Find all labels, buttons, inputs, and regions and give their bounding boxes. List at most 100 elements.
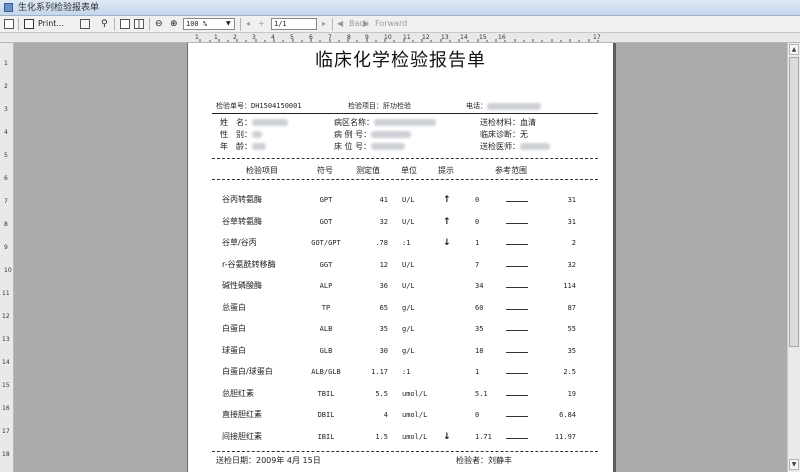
multi-page-icon[interactable] (134, 19, 144, 29)
referring-doctor-label: 送检医师： (480, 142, 520, 151)
bed-number: 床 位 号： (334, 142, 406, 152)
redacted-value (371, 131, 412, 138)
row-range-low: 7 (475, 261, 480, 269)
scroll-down-icon[interactable]: ▼ (789, 459, 799, 470)
examiner-value: 刘静丰 (488, 456, 512, 465)
row-range-high: 2 (571, 239, 576, 247)
window-title: 生化系列检验报表单 (18, 3, 100, 13)
first-page-icon[interactable]: ◂ (246, 18, 250, 30)
ruler-label: 1 (4, 60, 8, 67)
print-button[interactable]: Print... (38, 18, 64, 30)
row-symbol: ALB/GLB (311, 368, 341, 376)
ruler-label: 12 (422, 34, 430, 41)
range-dash (506, 244, 528, 245)
row-symbol: GOT (319, 218, 333, 226)
test-item-value: 肝功检验 (383, 102, 411, 110)
row-value: 35 (379, 325, 388, 333)
clinical-diagnosis-label: 临床诊断： (480, 130, 520, 139)
row-item-name: 碱性磷酸酶 (222, 281, 262, 290)
find-icon[interactable]: ⚲ (101, 18, 108, 30)
row-value: 65 (379, 304, 388, 312)
range-dash (506, 416, 528, 417)
examiner: 检验者：刘静丰 (456, 456, 512, 466)
row-range-high: 32 (567, 261, 576, 269)
row-value: 1.5 (375, 433, 388, 441)
row-range-low: 1.71 (475, 433, 492, 441)
copy-icon[interactable] (80, 19, 90, 29)
forward-arrow-icon[interactable]: ▶ (363, 18, 369, 30)
zoom-out-icon[interactable]: ⊖ (155, 18, 163, 30)
zoom-in-icon[interactable]: ⊕ (170, 18, 178, 30)
row-range-low: 5.1 (475, 390, 488, 398)
next-page-icon[interactable]: ▸ (322, 18, 326, 30)
phone: 电话： (466, 101, 541, 111)
row-range-high: 31 (567, 196, 576, 204)
row-item-name: 球蛋白 (222, 346, 246, 355)
ruler-label: 9 (365, 34, 369, 41)
single-page-icon[interactable] (120, 19, 130, 29)
row-range-low: 0 (475, 218, 480, 226)
row-value: 12 (379, 261, 388, 269)
header-hint: 提示 (438, 166, 454, 175)
back-arrow-icon[interactable]: ◀ (337, 18, 343, 30)
page-setup-icon[interactable] (4, 19, 14, 29)
clinical-diagnosis: 临床诊断：无 (480, 130, 528, 140)
row-unit: U/L (402, 261, 415, 269)
toolbar-separator (149, 18, 150, 31)
redacted-value (252, 143, 266, 150)
row-range-low: 60 (475, 304, 484, 312)
scroll-up-icon[interactable]: ▲ (789, 44, 799, 55)
row-range-low: 1 (475, 368, 480, 376)
forward-button[interactable]: Forward (375, 18, 407, 30)
ruler-label: 9 (4, 244, 8, 251)
ruler-label: 14 (460, 34, 468, 41)
specimen-type: 送检材料：血清 (480, 118, 536, 128)
row-value: 4 (383, 411, 388, 419)
app-icon (4, 3, 13, 12)
ruler-label: 17 (593, 34, 601, 41)
row-range-low: 1 (475, 239, 480, 247)
ruler-label: 18 (2, 451, 10, 458)
row-symbol: GPT (319, 196, 333, 204)
printer-icon[interactable] (24, 19, 34, 29)
ruler-label: 6 (4, 175, 8, 182)
ruler-label: 8 (4, 221, 8, 228)
submission-date-label: 送检日期： (216, 456, 256, 465)
row-range-high: 114 (563, 282, 576, 290)
test-item-label: 检验项目： (348, 102, 383, 110)
row-unit: U/L (402, 218, 415, 226)
toolbar-separator (114, 18, 115, 31)
horizontal-ruler: 1 1 2 3 4 5 6 7 8 9 10 11 12 13 14 15 16… (0, 33, 800, 43)
chevron-down-icon[interactable]: ▼ (226, 18, 231, 30)
ruler-label: 4 (4, 129, 8, 136)
row-item-name: 总胆红素 (222, 389, 254, 398)
row-flag-arrow: ↓ (443, 238, 451, 248)
row-unit: umol/L (402, 411, 428, 419)
vertical-scrollbar[interactable]: ▲ ▼ (787, 43, 800, 472)
patient-age-label: 年 龄： (220, 142, 252, 151)
clinical-diagnosis-value: 无 (520, 130, 528, 139)
ruler-label: 3 (4, 106, 8, 113)
ruler-label: 12 (2, 313, 10, 320)
row-item-name: 白蛋白 (222, 324, 246, 333)
ruler-label: 2 (233, 34, 237, 41)
row-range-high: 35 (567, 347, 576, 355)
header-item: 检验项目 (246, 166, 278, 175)
row-flag-arrow: ↑ (443, 195, 451, 205)
range-dash (506, 287, 528, 288)
row-symbol: GGT (319, 261, 333, 269)
ruler-label: 10 (384, 34, 392, 41)
redacted-value (252, 119, 288, 126)
sample-number-value: DH1504150001 (251, 102, 302, 110)
ruler-label: 15 (479, 34, 487, 41)
row-range-low: 34 (475, 282, 484, 290)
header-value: 测定值 (356, 166, 380, 175)
row-unit: :1 (402, 368, 411, 376)
row-symbol: GLB (319, 347, 333, 355)
previous-page-icon[interactable]: + (258, 18, 265, 30)
header-range: 参考范围 (495, 166, 527, 175)
row-range-high: 6.84 (559, 411, 576, 419)
scrollbar-thumb[interactable] (789, 57, 799, 347)
ward-name-label: 病区名称： (334, 118, 374, 127)
page-number-input[interactable]: 1/1 (271, 18, 317, 30)
